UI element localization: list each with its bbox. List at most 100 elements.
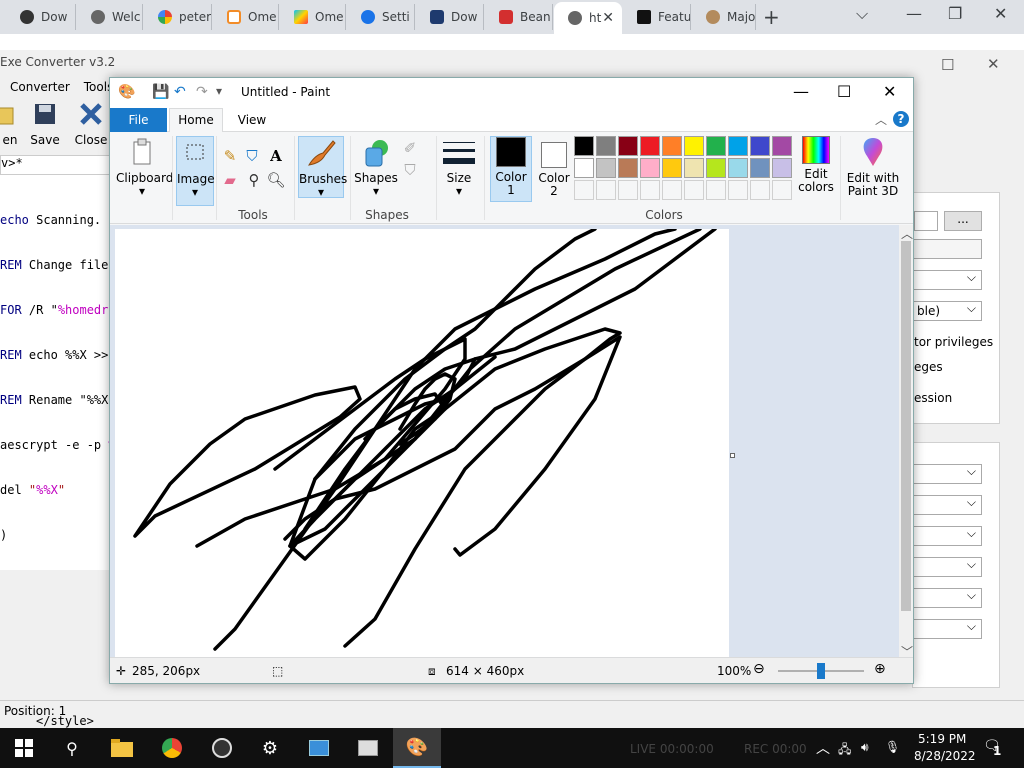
text-icon[interactable]: A: [266, 146, 286, 166]
app-button[interactable]: [295, 728, 343, 768]
browser-tab[interactable]: Bean: [485, 4, 553, 30]
minimize-icon[interactable]: —: [793, 82, 809, 101]
zoom-out-icon[interactable]: ⊖: [753, 661, 765, 677]
color-picker-icon[interactable]: ⚲: [244, 170, 264, 190]
volume-icon[interactable]: 🔊︎: [861, 740, 869, 755]
new-tab-button[interactable]: +: [763, 5, 780, 29]
palette-swatch[interactable]: [684, 158, 704, 178]
eraser-icon[interactable]: ▰: [220, 170, 240, 190]
combo-box[interactable]: [912, 495, 982, 515]
minimize-icon[interactable]: —: [906, 4, 922, 23]
obs-button[interactable]: [198, 728, 246, 768]
palette-swatch[interactable]: [574, 158, 594, 178]
menu-converter[interactable]: Converter: [10, 80, 70, 100]
browse-button[interactable]: ...: [944, 211, 982, 231]
start-button[interactable]: [0, 728, 48, 768]
help-icon[interactable]: ?: [893, 111, 909, 127]
collapse-ribbon-icon[interactable]: ︿: [875, 111, 887, 128]
palette-swatch-empty[interactable]: [772, 180, 792, 200]
close-icon[interactable]: ✕: [994, 4, 1007, 23]
browser-tab[interactable]: Dow: [6, 4, 76, 30]
browser-tab-active[interactable]: ht ✕: [554, 2, 622, 34]
close-tab-icon[interactable]: ✕: [602, 10, 614, 26]
chrome-button[interactable]: [148, 728, 196, 768]
palette-swatch[interactable]: [750, 136, 770, 156]
paint-taskbar-button[interactable]: 🎨: [393, 728, 441, 768]
undo-icon[interactable]: ↶: [174, 84, 186, 100]
palette-swatch[interactable]: [640, 136, 660, 156]
palette-swatch[interactable]: [662, 158, 682, 178]
browser-tab[interactable]: Featu: [623, 4, 691, 30]
photos-button[interactable]: [344, 728, 392, 768]
palette-swatch-empty[interactable]: [640, 180, 660, 200]
clipboard-button[interactable]: Clipboard ▾: [116, 136, 173, 198]
search-button[interactable]: ⚲: [48, 728, 96, 768]
palette-swatch[interactable]: [728, 136, 748, 156]
microphone-icon[interactable]: 🎙︎: [885, 740, 900, 754]
network-icon[interactable]: 🖧: [838, 740, 851, 761]
edit-colors-button[interactable]: Edit colors: [798, 136, 834, 194]
maximize-icon[interactable]: ☐: [941, 56, 954, 74]
open-button[interactable]: en: [0, 102, 22, 147]
tab-file[interactable]: File: [110, 108, 167, 132]
color1-button[interactable]: Color 1: [490, 136, 532, 202]
brushes-button[interactable]: Brushes ▾: [298, 136, 347, 199]
palette-swatch[interactable]: [750, 158, 770, 178]
palette-swatch-empty[interactable]: [618, 180, 638, 200]
combo-box[interactable]: [912, 526, 982, 546]
close-icon[interactable]: ✕: [987, 55, 1000, 73]
palette-swatch[interactable]: [662, 136, 682, 156]
fill-icon[interactable]: ⛉: [242, 146, 262, 166]
palette-swatch[interactable]: [684, 136, 704, 156]
maximize-icon[interactable]: ☐: [837, 82, 851, 101]
path-field[interactable]: [914, 211, 938, 231]
size-button[interactable]: Size ▾: [440, 136, 478, 198]
palette-swatch[interactable]: [618, 136, 638, 156]
zoom-slider[interactable]: [778, 663, 864, 679]
browser-tab[interactable]: peter: [144, 4, 212, 30]
combo-box[interactable]: [912, 270, 982, 290]
shape-fill-icon[interactable]: ⛉: [400, 160, 420, 180]
redo-icon[interactable]: ↷: [196, 84, 208, 100]
restore-icon[interactable]: ❐: [948, 4, 962, 23]
edit-with-paint3d-button[interactable]: Edit with Paint 3D: [844, 136, 902, 198]
pencil-icon[interactable]: ✎: [220, 146, 240, 166]
zoom-slider-thumb[interactable]: [817, 663, 825, 679]
notification-center[interactable]: 🗨︎ 1: [983, 738, 1005, 758]
palette-swatch-empty[interactable]: [706, 180, 726, 200]
palette-swatch[interactable]: [574, 136, 594, 156]
customize-qat-icon[interactable]: ▾: [216, 84, 222, 98]
chevron-down-icon[interactable]: ⌵: [856, 4, 868, 24]
vertical-scrollbar[interactable]: ︿ ﹀: [899, 225, 913, 659]
scroll-up-icon[interactable]: ︿: [901, 225, 913, 242]
palette-swatch[interactable]: [618, 158, 638, 178]
editor-tab[interactable]: v>*: [0, 155, 110, 175]
drawing-canvas[interactable]: [115, 229, 729, 657]
save-icon[interactable]: 💾: [152, 84, 169, 100]
browser-tab[interactable]: Setti: [347, 4, 415, 30]
browser-tab[interactable]: Majo: [692, 4, 756, 30]
color2-button[interactable]: Color 2: [534, 136, 574, 198]
palette-swatch-empty[interactable]: [750, 180, 770, 200]
code-editor[interactable]: echo Scanning. . REM Change file FOR /R …: [0, 175, 110, 570]
palette-swatch-empty[interactable]: [574, 180, 594, 200]
palette-swatch[interactable]: [772, 158, 792, 178]
palette-swatch[interactable]: [640, 158, 660, 178]
close-button[interactable]: Close: [71, 102, 111, 147]
shapes-button[interactable]: Shapes ▾: [354, 136, 398, 198]
palette-swatch[interactable]: [596, 158, 616, 178]
image-button[interactable]: Image ▾: [176, 136, 215, 206]
zoom-in-icon[interactable]: ⊕: [874, 661, 886, 677]
tab-view[interactable]: View: [228, 108, 276, 132]
palette-swatch-empty[interactable]: [662, 180, 682, 200]
chevron-up-icon[interactable]: ︿: [816, 738, 830, 758]
browser-tab[interactable]: Welc: [77, 4, 143, 30]
palette-swatch[interactable]: [706, 158, 726, 178]
combo-box[interactable]: [912, 557, 982, 577]
browser-tab[interactable]: Dow: [416, 4, 484, 30]
settings-button[interactable]: ⚙: [246, 728, 294, 768]
close-icon[interactable]: ✕: [883, 82, 896, 101]
clock-time[interactable]: 5:19 PM: [918, 732, 966, 746]
palette-swatch[interactable]: [728, 158, 748, 178]
palette-swatch[interactable]: [772, 136, 792, 156]
